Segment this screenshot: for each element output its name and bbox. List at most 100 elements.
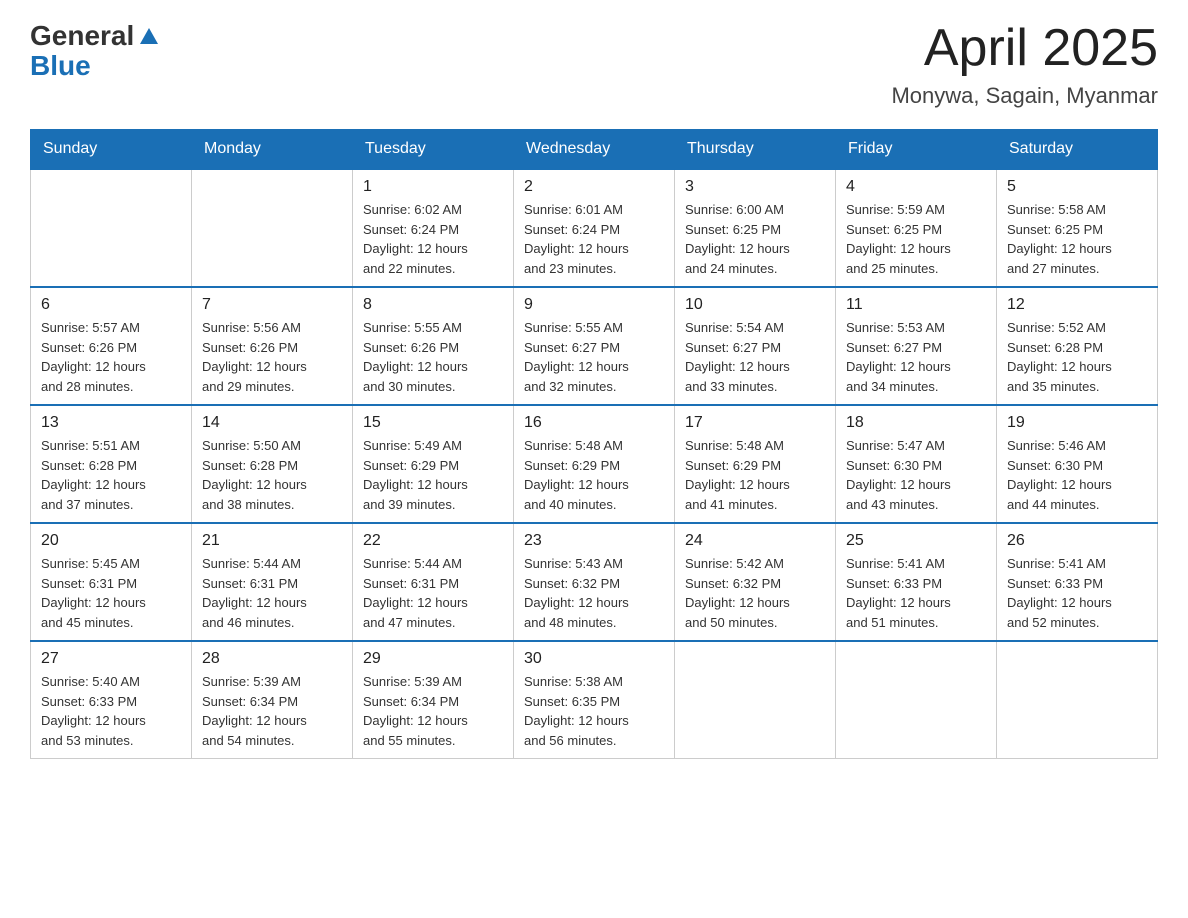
day-info-line: Sunrise: 5:53 AM — [846, 318, 986, 338]
day-info-line: Daylight: 12 hours — [524, 357, 664, 377]
day-info-line: Daylight: 12 hours — [363, 593, 503, 613]
day-info-line: Sunset: 6:27 PM — [524, 338, 664, 358]
day-info-line: Daylight: 12 hours — [202, 357, 342, 377]
calendar-table: SundayMondayTuesdayWednesdayThursdayFrid… — [30, 129, 1158, 759]
day-info-line: Daylight: 12 hours — [846, 239, 986, 259]
day-number: 8 — [363, 296, 503, 314]
calendar-cell: 21Sunrise: 5:44 AMSunset: 6:31 PMDayligh… — [192, 523, 353, 641]
day-info-line: Sunrise: 5:48 AM — [685, 436, 825, 456]
day-info-line: Daylight: 12 hours — [363, 239, 503, 259]
day-number: 23 — [524, 532, 664, 550]
logo-triangle-icon — [138, 24, 160, 51]
day-info-line: Sunrise: 5:55 AM — [524, 318, 664, 338]
day-number: 11 — [846, 296, 986, 314]
day-info-line: Sunset: 6:29 PM — [524, 456, 664, 476]
weekday-header-friday: Friday — [836, 130, 997, 170]
calendar-cell: 26Sunrise: 5:41 AMSunset: 6:33 PMDayligh… — [997, 523, 1158, 641]
day-info-line: Sunset: 6:26 PM — [363, 338, 503, 358]
day-info-line: Sunset: 6:26 PM — [202, 338, 342, 358]
day-number: 12 — [1007, 296, 1147, 314]
day-info-line: Daylight: 12 hours — [846, 475, 986, 495]
day-info-line: Daylight: 12 hours — [202, 593, 342, 613]
day-number: 4 — [846, 178, 986, 196]
calendar-cell: 11Sunrise: 5:53 AMSunset: 6:27 PMDayligh… — [836, 287, 997, 405]
day-info-line: Daylight: 12 hours — [202, 475, 342, 495]
day-number: 30 — [524, 650, 664, 668]
day-info-line: Sunrise: 5:40 AM — [41, 672, 181, 692]
day-info-line: Daylight: 12 hours — [685, 475, 825, 495]
calendar-cell: 18 Sunrise: 5:47 AMSunset: 6:30 PMDayligh… — [836, 405, 997, 523]
day-info-line: Sunset: 6:28 PM — [41, 456, 181, 476]
day-info-line: and 35 minutes. — [1007, 377, 1147, 397]
day-info-line: Sunrise: 5:48 AM — [524, 436, 664, 456]
calendar-header-row: SundayMondayTuesdayWednesdayThursdayFrid… — [31, 130, 1158, 170]
day-info-line: and 46 minutes. — [202, 613, 342, 633]
day-info-line: Sunset: 6:31 PM — [363, 574, 503, 594]
day-info-line: Sunrise: 5:39 AM — [363, 672, 503, 692]
day-number: 28 — [202, 650, 342, 668]
day-info-line: Daylight: 12 hours — [1007, 475, 1147, 495]
day-info-line: Sunrise: 5:58 AM — [1007, 200, 1147, 220]
day-info-line: Sunrise: 6:01 AM — [524, 200, 664, 220]
day-info-line: and 54 minutes. — [202, 731, 342, 751]
calendar-cell: 19Sunrise: 5:46 AMSunset: 6:30 PMDayligh… — [997, 405, 1158, 523]
calendar-cell: 4Sunrise: 5:59 AMSunset: 6:25 PMDaylight… — [836, 169, 997, 287]
day-info-line: and 53 minutes. — [41, 731, 181, 751]
day-number: 18 — [846, 414, 986, 432]
day-number: 27 — [41, 650, 181, 668]
day-info-line: Daylight: 12 hours — [846, 593, 986, 613]
day-info-line: Sunset: 6:24 PM — [363, 220, 503, 240]
day-info-line: Sunrise: 5:42 AM — [685, 554, 825, 574]
calendar-cell: 20Sunrise: 5:45 AMSunset: 6:31 PMDayligh… — [31, 523, 192, 641]
day-number: 9 — [524, 296, 664, 314]
day-info-line: and 24 minutes. — [685, 259, 825, 279]
day-info-line: Sunset: 6:31 PM — [41, 574, 181, 594]
calendar-cell: 25Sunrise: 5:41 AMSunset: 6:33 PMDayligh… — [836, 523, 997, 641]
day-info-line: Sunrise: 5:49 AM — [363, 436, 503, 456]
day-number: 20 — [41, 532, 181, 550]
day-number: 10 — [685, 296, 825, 314]
day-number: 2 — [524, 178, 664, 196]
calendar-cell: 6Sunrise: 5:57 AMSunset: 6:26 PMDaylight… — [31, 287, 192, 405]
day-number: 15 — [363, 414, 503, 432]
day-number: 16 — [524, 414, 664, 432]
day-info-line: and 23 minutes. — [524, 259, 664, 279]
day-info-line: Sunrise: 5:45 AM — [41, 554, 181, 574]
day-number: 13 — [41, 414, 181, 432]
day-info-line: Sunset: 6:34 PM — [202, 692, 342, 712]
month-year-title: April 2025 — [891, 20, 1158, 77]
day-info-line: Sunset: 6:24 PM — [524, 220, 664, 240]
calendar-cell — [192, 169, 353, 287]
day-number: 1 — [363, 178, 503, 196]
day-info-line: Sunset: 6:33 PM — [846, 574, 986, 594]
day-info-line: and 25 minutes. — [846, 259, 986, 279]
day-info-line: Daylight: 12 hours — [685, 239, 825, 259]
day-info-line: Sunrise: 5:57 AM — [41, 318, 181, 338]
day-info-line: Daylight: 12 hours — [41, 357, 181, 377]
calendar-cell: 16Sunrise: 5:48 AMSunset: 6:29 PMDayligh… — [514, 405, 675, 523]
calendar-cell: 29Sunrise: 5:39 AMSunset: 6:34 PMDayligh… — [353, 641, 514, 759]
calendar-cell: 15Sunrise: 5:49 AMSunset: 6:29 PMDayligh… — [353, 405, 514, 523]
day-info-line: Sunset: 6:35 PM — [524, 692, 664, 712]
day-number: 19 — [1007, 414, 1147, 432]
day-info-line: Sunrise: 5:43 AM — [524, 554, 664, 574]
calendar-cell — [836, 641, 997, 759]
calendar-week-row: 27Sunrise: 5:40 AMSunset: 6:33 PMDayligh… — [31, 641, 1158, 759]
day-info-line: and 40 minutes. — [524, 495, 664, 515]
calendar-cell: 14Sunrise: 5:50 AMSunset: 6:28 PMDayligh… — [192, 405, 353, 523]
day-info-line: Sunset: 6:30 PM — [846, 456, 986, 476]
calendar-cell — [997, 641, 1158, 759]
calendar-week-row: 20Sunrise: 5:45 AMSunset: 6:31 PMDayligh… — [31, 523, 1158, 641]
calendar-cell: 24Sunrise: 5:42 AMSunset: 6:32 PMDayligh… — [675, 523, 836, 641]
day-info-line: Sunrise: 5:54 AM — [685, 318, 825, 338]
day-info-line: Sunrise: 5:47 AM — [846, 436, 986, 456]
day-number: 26 — [1007, 532, 1147, 550]
day-info-line: Sunrise: 5:52 AM — [1007, 318, 1147, 338]
calendar-cell: 30Sunrise: 5:38 AMSunset: 6:35 PMDayligh… — [514, 641, 675, 759]
day-info-line: Sunrise: 6:00 AM — [685, 200, 825, 220]
day-number: 25 — [846, 532, 986, 550]
day-info-line: and 30 minutes. — [363, 377, 503, 397]
day-info-line: Sunset: 6:29 PM — [685, 456, 825, 476]
day-info-line: Sunset: 6:29 PM — [363, 456, 503, 476]
day-info-line: and 34 minutes. — [846, 377, 986, 397]
